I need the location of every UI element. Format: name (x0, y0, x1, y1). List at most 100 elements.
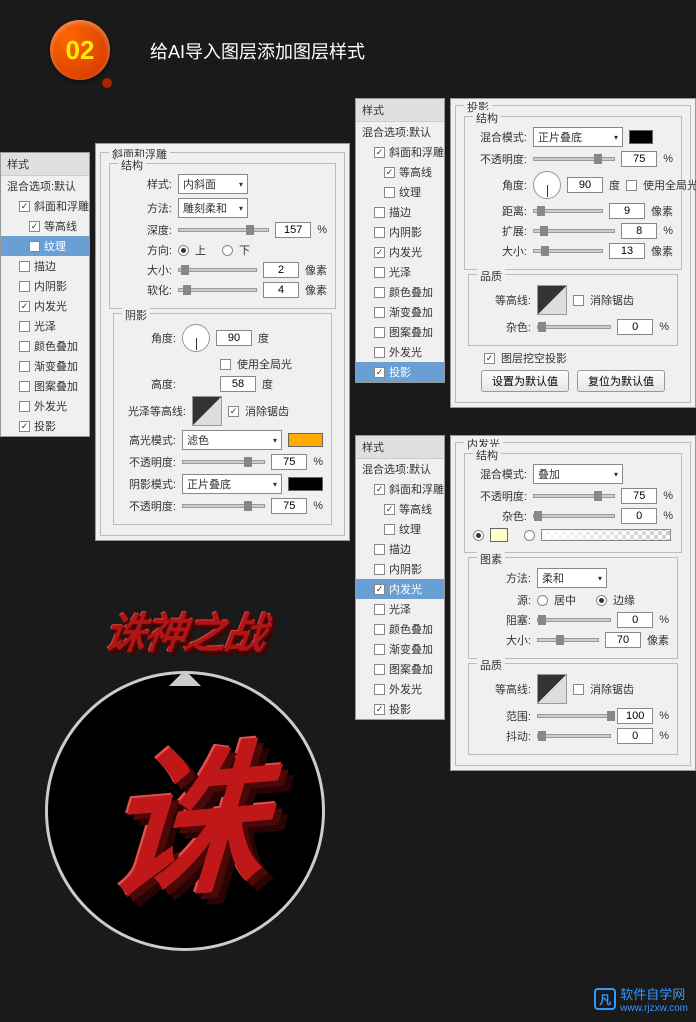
effect-checkbox[interactable] (384, 167, 395, 178)
effect-item[interactable]: 等高线 (356, 499, 444, 519)
effect-checkbox[interactable] (29, 241, 40, 252)
effect-checkbox[interactable] (19, 261, 30, 272)
hlop-input[interactable] (271, 454, 307, 470)
effect-checkbox[interactable] (19, 401, 30, 412)
effect-item[interactable]: 内阴影 (356, 559, 444, 579)
effect-item[interactable]: 描边 (356, 202, 444, 222)
effect-checkbox[interactable] (374, 564, 385, 575)
effect-checkbox[interactable] (384, 524, 395, 535)
effect-checkbox[interactable] (374, 544, 385, 555)
dir-up-radio[interactable] (178, 245, 189, 256)
effect-checkbox[interactable] (374, 327, 385, 338)
effect-checkbox[interactable] (374, 484, 385, 495)
s-aa-chk[interactable] (573, 295, 584, 306)
angle-input[interactable] (216, 330, 252, 346)
effect-checkbox[interactable] (374, 227, 385, 238)
effect-item[interactable]: 内发光 (1, 296, 89, 316)
set-default-btn[interactable]: 设置为默认值 (481, 370, 569, 392)
style-select[interactable]: 内斜面 (178, 174, 248, 194)
s-op-slider[interactable] (533, 157, 615, 161)
effect-checkbox[interactable] (374, 624, 385, 635)
effect-item[interactable]: 渐变叠加 (356, 302, 444, 322)
g-jitter-input[interactable] (617, 728, 653, 744)
g-noise-input[interactable] (621, 508, 657, 524)
s-op-input[interactable] (621, 151, 657, 167)
s-global-chk[interactable] (626, 180, 637, 191)
s-dist-slider[interactable] (533, 209, 603, 213)
effect-checkbox[interactable] (19, 301, 30, 312)
effect-item[interactable]: 颜色叠加 (356, 619, 444, 639)
effect-item[interactable]: 内发光 (356, 242, 444, 262)
effect-checkbox[interactable] (374, 147, 385, 158)
effect-item[interactable]: 等高线 (1, 216, 89, 236)
effect-checkbox[interactable] (374, 287, 385, 298)
s-noise-input[interactable] (617, 319, 653, 335)
s-size-slider[interactable] (533, 249, 603, 253)
depth-slider[interactable] (178, 228, 269, 232)
effect-checkbox[interactable] (374, 207, 385, 218)
effect-checkbox[interactable] (384, 504, 395, 515)
effect-item[interactable]: 纹理 (356, 519, 444, 539)
blend-default[interactable]: 混合选项:默认 (356, 459, 444, 479)
shop-slider[interactable] (182, 504, 265, 508)
s-blend-select[interactable]: 正片叠底 (533, 127, 623, 147)
effect-checkbox[interactable] (374, 604, 385, 615)
effect-checkbox[interactable] (374, 684, 385, 695)
g-op-input[interactable] (621, 488, 657, 504)
s-spread-slider[interactable] (533, 229, 615, 233)
soften-input[interactable] (263, 282, 299, 298)
effect-item[interactable]: 斜面和浮雕 (356, 142, 444, 162)
g-size-input[interactable] (605, 632, 641, 648)
alt-input[interactable] (220, 376, 256, 392)
effect-checkbox[interactable] (19, 361, 30, 372)
effect-item[interactable]: 内阴影 (356, 222, 444, 242)
effect-item[interactable]: 外发光 (356, 342, 444, 362)
g-edge-radio[interactable] (596, 595, 607, 606)
s-color[interactable] (629, 130, 653, 144)
g-range-slider[interactable] (537, 714, 611, 718)
sh-color[interactable] (288, 477, 323, 491)
effect-checkbox[interactable] (19, 201, 30, 212)
g-color[interactable] (490, 528, 508, 542)
effect-checkbox[interactable] (374, 307, 385, 318)
g-noise-slider[interactable] (533, 514, 615, 518)
effect-checkbox[interactable] (374, 584, 385, 595)
effect-item[interactable]: 光泽 (356, 262, 444, 282)
g-aa-chk[interactable] (573, 684, 584, 695)
tech-select[interactable]: 雕刻柔和 (178, 198, 248, 218)
effect-item[interactable]: 图案叠加 (356, 322, 444, 342)
effect-item[interactable]: 外发光 (1, 396, 89, 416)
effect-item[interactable]: 内发光 (356, 579, 444, 599)
hl-color[interactable] (288, 433, 323, 447)
size-slider[interactable] (178, 268, 257, 272)
effect-item[interactable]: 图案叠加 (1, 376, 89, 396)
depth-input[interactable] (275, 222, 311, 238)
effect-checkbox[interactable] (374, 644, 385, 655)
angle-dial[interactable] (182, 324, 210, 352)
reset-btn[interactable]: 复位为默认值 (577, 370, 665, 392)
effect-item[interactable]: 内阴影 (1, 276, 89, 296)
g-contour[interactable] (537, 674, 567, 704)
effect-checkbox[interactable] (384, 187, 395, 198)
hlmode-select[interactable]: 滤色 (182, 430, 282, 450)
effect-checkbox[interactable] (374, 664, 385, 675)
g-op-slider[interactable] (533, 494, 615, 498)
effect-item[interactable]: 渐变叠加 (356, 639, 444, 659)
g-color-radio[interactable] (473, 530, 484, 541)
g-gradient[interactable] (541, 529, 671, 541)
s-noise-slider[interactable] (537, 325, 611, 329)
effect-item[interactable]: 投影 (356, 362, 444, 382)
blend-default[interactable]: 混合选项:默认 (356, 122, 444, 142)
effect-checkbox[interactable] (374, 247, 385, 258)
effect-checkbox[interactable] (19, 281, 30, 292)
s-angle-dial[interactable] (533, 171, 561, 199)
effect-checkbox[interactable] (374, 347, 385, 358)
effect-item[interactable]: 纹理 (356, 182, 444, 202)
g-jitter-slider[interactable] (537, 734, 611, 738)
effect-item[interactable]: 描边 (356, 539, 444, 559)
effect-item[interactable]: 光泽 (1, 316, 89, 336)
effect-checkbox[interactable] (19, 421, 30, 432)
antialias-check[interactable] (228, 406, 239, 417)
effect-checkbox[interactable] (19, 381, 30, 392)
effect-item[interactable]: 斜面和浮雕 (356, 479, 444, 499)
